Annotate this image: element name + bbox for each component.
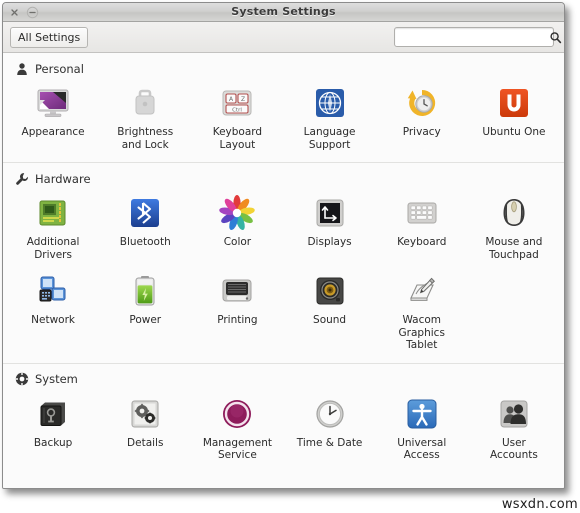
tile-keyboard-layout[interactable]: A Z Ctrl Keyboard Layout xyxy=(191,80,283,158)
tile-bluetooth[interactable]: Bluetooth xyxy=(99,190,191,268)
search-box[interactable] xyxy=(394,27,562,47)
all-settings-button[interactable]: All Settings xyxy=(10,26,89,48)
person-icon xyxy=(14,61,29,76)
tile-language-support[interactable]: Language Support xyxy=(283,80,375,158)
appearance-monitor-icon xyxy=(34,84,72,122)
system-settings-window: System Settings All Settings Personal Ap… xyxy=(2,2,565,489)
accessibility-icon xyxy=(403,395,441,433)
tile-label: Sound xyxy=(313,314,347,326)
tile-universal-access[interactable]: Universal Access xyxy=(376,391,468,469)
tile-color[interactable]: Color xyxy=(191,190,283,268)
tile-label: Management Service xyxy=(202,436,272,462)
users-icon xyxy=(495,395,533,433)
tile-label: User Accounts xyxy=(489,436,538,462)
search-icon[interactable] xyxy=(549,31,564,44)
tile-label: Language Support xyxy=(303,126,356,151)
tile-label: Universal Access xyxy=(397,436,447,462)
tile-additional-drivers[interactable]: Additional Drivers xyxy=(7,190,99,268)
tile-label: Bluetooth xyxy=(119,236,171,248)
system-gear-icon xyxy=(14,372,29,387)
tile-management-service[interactable]: Management Service xyxy=(191,391,283,469)
management-ring-icon xyxy=(218,395,256,433)
section-system: System Backup Details Management Service… xyxy=(3,362,564,473)
tile-wacom-graphics-tablet[interactable]: Wacom Graphics Tablet xyxy=(376,268,468,359)
tile-brightness-and-lock[interactable]: Brightness and Lock xyxy=(99,80,191,158)
clock-icon xyxy=(311,395,349,433)
speaker-icon xyxy=(311,272,349,310)
tile-mouse-and-touchpad[interactable]: Mouse and Touchpad xyxy=(468,190,560,268)
tile-displays[interactable]: Displays xyxy=(283,190,375,268)
tile-network[interactable]: Network xyxy=(7,268,99,359)
displays-icon xyxy=(311,194,349,232)
tile-label: Power xyxy=(129,314,162,326)
additional-drivers-chip-icon xyxy=(34,194,72,232)
printer-icon xyxy=(218,272,256,310)
tile-label: Ubuntu One xyxy=(482,126,546,138)
section-header-system: System xyxy=(3,364,564,389)
toolbar: All Settings xyxy=(3,22,564,53)
color-wheel-icon xyxy=(218,194,256,232)
keyboard-layout-icon: A Z Ctrl xyxy=(218,84,256,122)
mouse-icon xyxy=(495,194,533,232)
tile-power[interactable]: Power xyxy=(99,268,191,359)
watermark: wsxdn.com xyxy=(501,497,578,512)
bluetooth-icon xyxy=(126,194,164,232)
settings-content: Personal Appearance Brightness and Lock … xyxy=(3,53,564,488)
tile-user-accounts[interactable]: User Accounts xyxy=(468,391,560,469)
section-personal: Personal Appearance Brightness and Lock … xyxy=(3,53,564,162)
tile-details[interactable]: Details xyxy=(99,391,191,469)
tile-ubuntu-one[interactable]: Ubuntu One xyxy=(468,80,560,158)
window-title: System Settings xyxy=(231,5,336,18)
battery-icon xyxy=(126,272,164,310)
section-label: Hardware xyxy=(35,171,91,186)
tile-label: Wacom Graphics Tablet xyxy=(398,314,445,351)
section-header-hardware: Hardware xyxy=(3,163,564,188)
network-icon xyxy=(34,272,72,310)
tile-label: Additional Drivers xyxy=(26,236,80,261)
tile-label: Appearance xyxy=(21,126,85,138)
section-label: System xyxy=(35,372,78,386)
tile-keyboard[interactable]: Keyboard xyxy=(376,190,468,268)
ubuntu-one-icon xyxy=(495,84,533,122)
section-hardware: Hardware Additional Drivers Bluetooth Co… xyxy=(3,162,564,363)
tile-label: Displays xyxy=(307,236,352,248)
details-gears-icon xyxy=(126,395,164,433)
tile-printing[interactable]: Printing xyxy=(191,268,283,359)
tile-sound[interactable]: Sound xyxy=(283,268,375,359)
svg-text:Ctrl: Ctrl xyxy=(233,108,243,114)
tile-label: Mouse and Touchpad xyxy=(485,236,543,261)
personal-grid: Appearance Brightness and Lock A Z Ctrl … xyxy=(3,78,564,158)
wrench-icon xyxy=(14,171,29,186)
section-label: Personal xyxy=(35,61,84,76)
section-header-personal: Personal xyxy=(3,53,564,78)
tile-label: Details xyxy=(127,436,164,449)
language-support-icon xyxy=(311,84,349,122)
tile-label: Keyboard xyxy=(397,236,447,248)
search-input[interactable] xyxy=(395,28,549,46)
tile-appearance[interactable]: Appearance xyxy=(7,80,99,158)
tile-label: Network xyxy=(31,314,75,326)
titlebar: System Settings xyxy=(3,3,564,22)
keyboard-icon xyxy=(403,194,441,232)
privacy-clock-icon xyxy=(403,84,441,122)
tile-backup[interactable]: Backup xyxy=(7,391,99,469)
hardware-grid: Additional Drivers Bluetooth Color Displ… xyxy=(3,188,564,359)
svg-text:Z: Z xyxy=(241,96,245,103)
tile-label: Color xyxy=(223,236,252,248)
tile-label: Brightness and Lock xyxy=(117,126,174,151)
tile-label: Keyboard Layout xyxy=(212,126,263,151)
tile-privacy[interactable]: Privacy xyxy=(376,80,468,158)
tile-time-and-date[interactable]: Time & Date xyxy=(283,391,375,469)
all-settings-label: All Settings xyxy=(18,30,81,44)
tile-label: Printing xyxy=(217,314,258,326)
tile-label: Privacy xyxy=(402,126,441,138)
system-grid: Backup Details Management Service Time &… xyxy=(3,389,564,469)
safe-icon xyxy=(34,395,72,433)
tile-label: Backup xyxy=(33,436,73,449)
brightness-lock-icon xyxy=(126,84,164,122)
tile-label: Time & Date xyxy=(296,436,363,449)
wacom-tablet-icon xyxy=(403,272,441,310)
